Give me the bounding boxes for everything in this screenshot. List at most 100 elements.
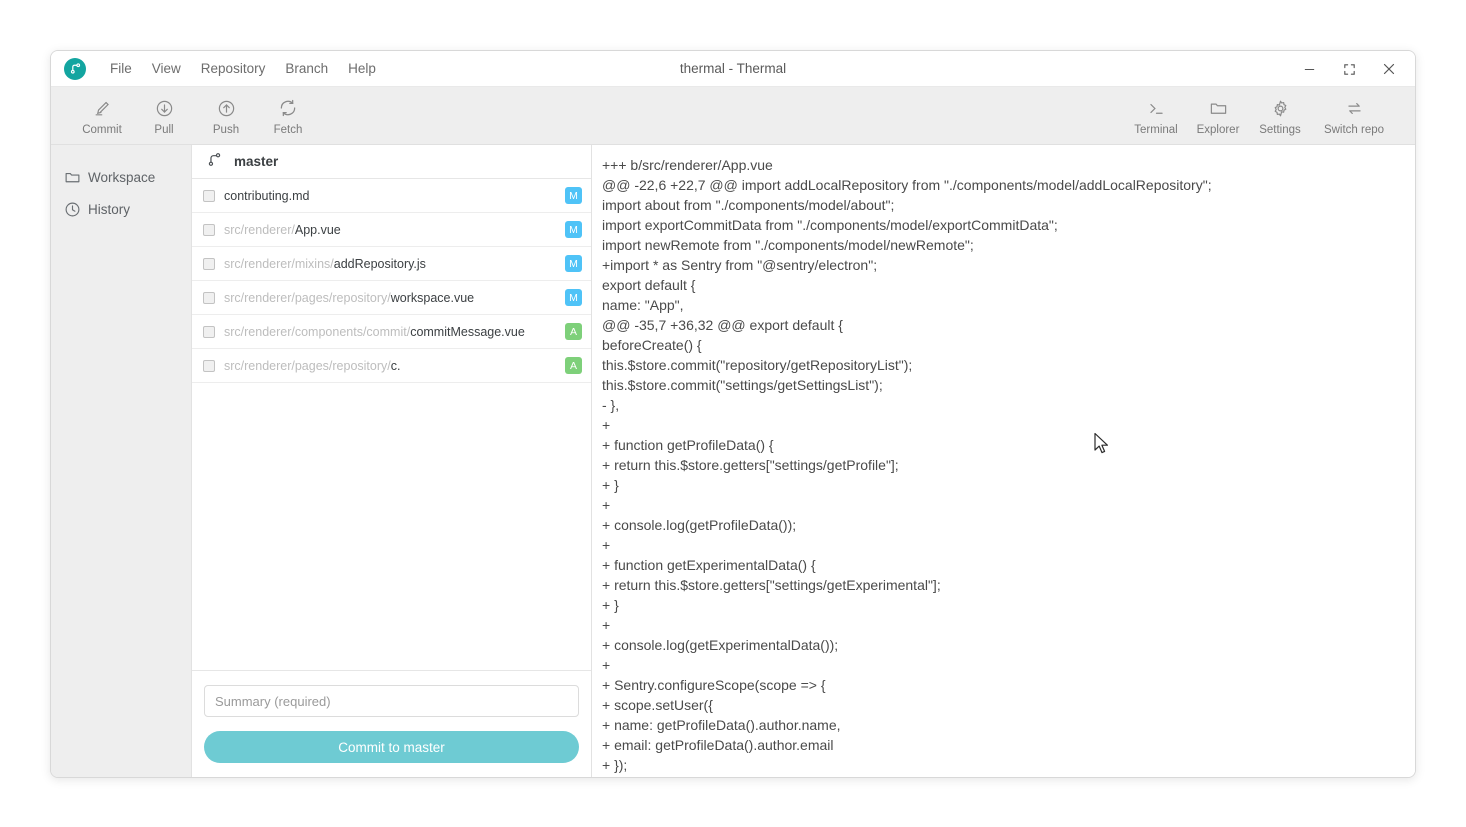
folder-icon	[1209, 97, 1228, 119]
diff-line: + }	[602, 477, 619, 493]
file-status-badge: M	[565, 289, 582, 306]
file-path-label: src/renderer/pages/repository/workspace.…	[224, 291, 565, 305]
menu-item-repository[interactable]: Repository	[191, 51, 276, 87]
gear-icon	[1271, 97, 1290, 119]
commit-toolbar-label: Commit	[82, 124, 122, 136]
file-row[interactable]: src/renderer/App.vue M	[192, 213, 591, 247]
file-path-label: src/renderer/components/commit/commitMes…	[224, 325, 565, 339]
menu-item-file[interactable]: File	[100, 51, 142, 87]
file-panel: master contributing.md Msrc/renderer/App.…	[192, 145, 592, 777]
file-checkbox[interactable]	[203, 291, 215, 304]
file-status-badge: A	[565, 357, 582, 374]
diff-line: this.$store.commit("repository/getReposi…	[602, 357, 913, 373]
commit-to-branch-button[interactable]: Commit to master	[204, 731, 579, 763]
file-basename: App.vue	[294, 222, 341, 237]
file-path-label: src/renderer/mixins/addRepository.js	[224, 257, 565, 271]
commit-toolbar-button[interactable]: Commit	[71, 95, 133, 136]
window-controls	[1289, 51, 1409, 87]
commit-area: Commit to master	[192, 670, 591, 777]
terminal-toolbar-button[interactable]: Terminal	[1125, 95, 1187, 136]
file-row[interactable]: src/renderer/mixins/addRepository.js M	[192, 247, 591, 281]
file-checkbox[interactable]	[203, 223, 215, 236]
diff-line: import about from "./components/model/ab…	[602, 197, 895, 213]
maximize-button[interactable]	[1329, 54, 1369, 84]
diff-line: + console.log(getProfileData());	[602, 517, 797, 533]
menu-item-branch[interactable]: Branch	[275, 51, 338, 87]
clock-icon	[64, 201, 88, 218]
diff-line: +import * as Sentry from "@sentry/electr…	[602, 257, 878, 273]
push-toolbar-label: Push	[212, 124, 240, 136]
pull-toolbar-button[interactable]: Pull	[133, 95, 195, 136]
diff-line: + name: getProfileData().author.name,	[602, 717, 841, 733]
file-basename: commitMessage.vue	[410, 324, 525, 339]
sidebar-item-workspace-label: Workspace	[88, 169, 156, 185]
toolbar-right-group: Terminal Explorer Settings Switch repo	[1125, 95, 1397, 136]
diff-viewer[interactable]: +++ b/src/renderer/App.vue @@ -22,6 +22,7…	[592, 145, 1415, 777]
branch-header[interactable]: master	[192, 145, 591, 179]
diff-line: beforeCreate() {	[602, 337, 702, 353]
terminal-toolbar-label: Terminal	[1134, 124, 1178, 136]
menu-item-help[interactable]: Help	[338, 51, 386, 87]
file-row[interactable]: contributing.md M	[192, 179, 591, 213]
file-row[interactable]: src/renderer/pages/repository/c. A	[192, 349, 591, 383]
diff-line: + function getProfileData() {	[602, 437, 774, 453]
settings-toolbar-label: Settings	[1259, 124, 1301, 136]
git-branch-icon	[206, 151, 223, 173]
file-basename: workspace.vue	[390, 290, 475, 305]
file-checkbox[interactable]	[203, 359, 215, 372]
file-checkbox[interactable]	[203, 325, 215, 338]
fetch-toolbar-label: Fetch	[273, 124, 303, 136]
file-path-label: contributing.md	[224, 189, 565, 203]
diff-line: import newRemote from "./components/mode…	[602, 237, 974, 253]
file-row[interactable]: src/renderer/pages/repository/workspace.…	[192, 281, 591, 315]
arrow-up-circle-icon	[217, 97, 236, 119]
file-basename: addRepository.js	[333, 256, 426, 271]
file-status-badge: M	[565, 255, 582, 272]
git-branch-logo-icon	[64, 57, 86, 80]
settings-toolbar-button[interactable]: Settings	[1249, 95, 1311, 136]
diff-line: @@ -35,7 +36,32 @@ export default {	[602, 317, 843, 333]
file-directory: src/renderer/	[224, 222, 295, 237]
pencil-icon	[93, 97, 112, 119]
menu-item-view[interactable]: View	[142, 51, 191, 87]
menu-bar: File View Repository Branch Help thermal…	[51, 51, 1415, 87]
folder-icon	[64, 169, 88, 186]
close-button[interactable]	[1369, 54, 1409, 84]
switch-repo-toolbar-button[interactable]: Switch repo	[1311, 95, 1397, 136]
diff-line: +	[602, 537, 611, 553]
file-checkbox[interactable]	[203, 257, 215, 270]
toolbar-left-group: Commit Pull Push Fetch	[71, 95, 319, 136]
sidebar-item-history[interactable]: History	[51, 193, 191, 225]
commit-summary-input[interactable]	[204, 685, 579, 717]
pull-toolbar-label: Pull	[154, 124, 174, 136]
diff-line: - },	[602, 397, 620, 413]
file-checkbox[interactable]	[203, 189, 215, 202]
diff-line: +	[602, 417, 611, 433]
minimize-button[interactable]	[1289, 54, 1329, 84]
window-body: Workspace History master contributing.md…	[51, 145, 1415, 777]
file-row[interactable]: src/renderer/components/commit/commitMes…	[192, 315, 591, 349]
file-path-label: src/renderer/pages/repository/c.	[224, 359, 565, 373]
file-path-label: src/renderer/App.vue	[224, 223, 565, 237]
diff-line: + return this.$store.getters["settings/g…	[602, 457, 899, 473]
terminal-icon	[1147, 97, 1166, 119]
diff-line: +++ b/src/renderer/App.vue	[602, 157, 773, 173]
diff-line: + }	[602, 597, 619, 613]
explorer-toolbar-label: Explorer	[1196, 124, 1240, 136]
file-directory: src/renderer/mixins/	[224, 256, 334, 271]
sidebar-item-history-label: History	[88, 201, 131, 217]
diff-line: + });	[602, 757, 628, 773]
branch-name: master	[234, 154, 279, 169]
sidebar-item-workspace[interactable]: Workspace	[51, 161, 191, 193]
diff-line: + scope.setUser({	[602, 697, 713, 713]
push-toolbar-button[interactable]: Push	[195, 95, 257, 136]
diff-line: @@ -22,6 +22,7 @@ import addLocalReposit…	[602, 177, 1212, 193]
file-status-badge: M	[565, 221, 582, 238]
fetch-toolbar-button[interactable]: Fetch	[257, 95, 319, 136]
main-toolbar: Commit Pull Push Fetch Terminal Explorer…	[51, 87, 1415, 145]
application-window: File View Repository Branch Help thermal…	[50, 50, 1416, 778]
file-directory: src/renderer/pages/repository/	[224, 358, 391, 373]
diff-line: + console.log(getExperimentalData());	[602, 637, 839, 653]
explorer-toolbar-button[interactable]: Explorer	[1187, 95, 1249, 136]
file-status-badge: A	[565, 323, 582, 340]
